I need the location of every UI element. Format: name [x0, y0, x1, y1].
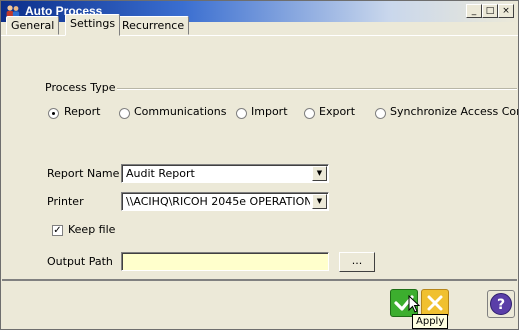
- group-divider: [117, 88, 517, 90]
- close-icon: ×: [502, 6, 510, 16]
- radio-communications-label[interactable]: Communications: [134, 105, 226, 118]
- radio-import-label[interactable]: Import: [251, 105, 288, 118]
- help-icon: ?: [490, 293, 512, 315]
- tab-general[interactable]: General: [6, 16, 60, 35]
- process-type-label: Process Type: [45, 81, 116, 94]
- maximize-icon: □: [485, 6, 495, 16]
- output-path-input[interactable]: [121, 252, 329, 271]
- radio-export[interactable]: [304, 108, 315, 119]
- minimize-button[interactable]: _: [466, 4, 482, 18]
- maximize-button[interactable]: □: [482, 4, 498, 18]
- keep-file-checkbox[interactable]: ✓: [52, 225, 63, 236]
- keep-file-label[interactable]: Keep file: [68, 223, 115, 236]
- radio-report-label[interactable]: Report: [64, 105, 100, 118]
- tab-settings[interactable]: Settings: [65, 14, 121, 36]
- minimize-icon: _: [471, 6, 477, 16]
- radio-import[interactable]: [236, 108, 247, 119]
- radio-export-label[interactable]: Export: [319, 105, 355, 118]
- cross-icon: [427, 295, 443, 311]
- printer-label: Printer: [47, 195, 84, 208]
- help-button[interactable]: ?: [487, 290, 515, 318]
- help-glyph: ?: [497, 297, 505, 313]
- browse-button[interactable]: ...: [339, 252, 375, 272]
- chevron-down-icon[interactable]: ▼: [312, 166, 327, 181]
- report-name-label: Report Name: [47, 167, 120, 180]
- tab-label: Recurrence: [122, 19, 185, 32]
- tab-recurrence[interactable]: Recurrence: [117, 16, 190, 35]
- printer-value: \\ACIHQ\RICOH 2045e OPERATIONS: [126, 195, 310, 208]
- tab-label: Settings: [70, 17, 116, 30]
- radio-synchronize[interactable]: [375, 108, 386, 119]
- radio-communications[interactable]: [119, 108, 130, 119]
- auto-process-window: Auto Process _ □ × General Settings Recu…: [0, 0, 519, 330]
- report-name-select[interactable]: Audit Report ▼: [121, 164, 329, 183]
- report-name-value: Audit Report: [126, 167, 195, 180]
- close-button[interactable]: ×: [498, 4, 514, 18]
- cursor-icon: [408, 295, 420, 313]
- chevron-down-icon[interactable]: ▼: [312, 194, 327, 209]
- browse-label: ...: [351, 254, 363, 267]
- tab-label: General: [11, 19, 55, 32]
- radio-report[interactable]: [48, 108, 59, 119]
- apply-tooltip-text: Apply: [416, 316, 445, 327]
- radio-synchronize-label[interactable]: Synchronize Access Control: [390, 105, 518, 118]
- apply-tooltip: Apply: [412, 314, 449, 329]
- printer-select[interactable]: \\ACIHQ\RICOH 2045e OPERATIONS ▼: [121, 192, 329, 211]
- cancel-button[interactable]: [421, 289, 449, 317]
- output-path-label: Output Path: [47, 255, 113, 268]
